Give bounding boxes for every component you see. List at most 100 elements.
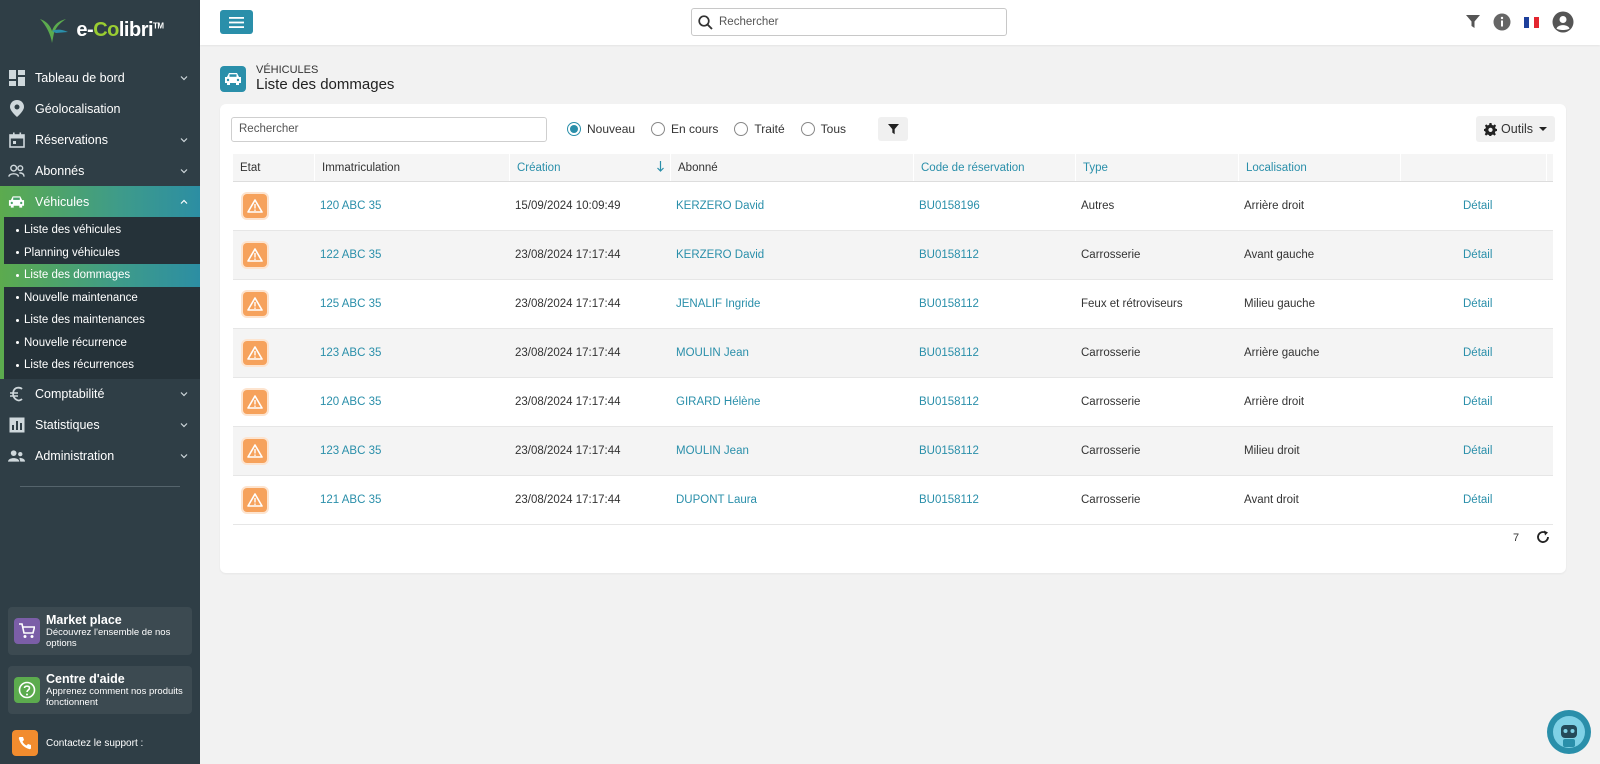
col-plate[interactable]: Immatriculation (315, 154, 510, 181)
page-title: Liste des dommages (256, 76, 395, 93)
help-icon (14, 677, 40, 703)
filter-icon[interactable] (1466, 15, 1480, 29)
refresh-icon[interactable] (1536, 530, 1550, 547)
plate-link[interactable]: 123 ABC 35 (315, 427, 510, 475)
nav-item-reservations[interactable]: Réservations (0, 124, 200, 155)
subnav-vehicle-planning[interactable]: Planning véhicules (4, 242, 200, 265)
subnav-recurrence-list[interactable]: Liste des récurrences (4, 354, 200, 377)
created-cell: 23/08/2024 17:17:44 (515, 298, 621, 310)
table-search-input[interactable] (231, 116, 547, 142)
contact-support[interactable]: Contactez le support : (12, 730, 143, 756)
detail-link[interactable]: Détail (1401, 231, 1547, 279)
detail-link[interactable]: Détail (1401, 476, 1547, 524)
subscriber-link[interactable]: KERZERO David (671, 182, 914, 230)
booking-code-link[interactable]: BU0158112 (914, 329, 1076, 377)
detail-link[interactable]: Détail (1401, 329, 1547, 377)
page-header: VÉHICULES Liste des dommages (220, 64, 394, 94)
market-place-card[interactable]: Market place Découvrez l'ensemble de nos… (8, 607, 192, 655)
nav-item-administration[interactable]: Administration (0, 441, 200, 472)
status-cell (233, 476, 315, 524)
status-cell (233, 378, 315, 426)
plate-link[interactable]: 120 ABC 35 (315, 378, 510, 426)
calendar-icon (8, 131, 25, 148)
plate-link[interactable]: 121 ABC 35 (315, 476, 510, 524)
user-account-icon[interactable] (1552, 11, 1574, 33)
nav-item-vehicles[interactable]: Véhicules (0, 186, 200, 217)
nav-item-dashboard[interactable]: Tableau de bord (0, 62, 200, 93)
subscriber-link[interactable]: JENALIF Ingride (671, 280, 914, 328)
menu-toggle-button[interactable] (220, 10, 253, 34)
subscriber-link[interactable]: MOULIN Jean (671, 427, 914, 475)
detail-link[interactable]: Détail (1401, 182, 1547, 230)
warning-icon (243, 390, 267, 414)
nav-item-statistics[interactable]: Statistiques (0, 410, 200, 441)
plate-link[interactable]: 123 ABC 35 (315, 329, 510, 377)
warning-icon (243, 292, 267, 316)
subnav-damage-list[interactable]: Liste des dommages (0, 264, 200, 287)
booking-code-link[interactable]: BU0158112 (914, 427, 1076, 475)
nav-item-subscribers[interactable]: Abonnés (0, 155, 200, 186)
col-type[interactable]: Type (1076, 154, 1239, 181)
nav-label: Réservations (35, 132, 108, 147)
created-cell: 23/08/2024 17:17:44 (515, 445, 621, 457)
global-search-input[interactable] (719, 16, 999, 28)
french-flag-icon[interactable] (1524, 16, 1539, 28)
col-status[interactable]: Etat (233, 154, 315, 181)
subscriber-link[interactable]: DUPONT Laura (671, 476, 914, 524)
damages-table: Etat Immatriculation Création Abonné Cod… (233, 154, 1553, 525)
admin-users-icon (8, 448, 25, 465)
col-created[interactable]: Création (510, 154, 671, 181)
col-location[interactable]: Localisation (1239, 154, 1401, 181)
radio-in-progress[interactable]: En cours (651, 122, 718, 136)
market-place-subtitle: Découvrez l'ensemble de nos options (46, 627, 171, 649)
booking-code-link[interactable]: BU0158112 (914, 280, 1076, 328)
col-subscriber[interactable]: Abonné (671, 154, 914, 181)
users-icon (8, 162, 25, 179)
hummingbird-logo-icon (40, 19, 69, 43)
booking-code-link[interactable]: BU0158112 (914, 231, 1076, 279)
subnav-new-recurrence[interactable]: Nouvelle récurrence (4, 332, 200, 355)
global-search[interactable] (691, 8, 1007, 36)
subnav-maintenance-list[interactable]: Liste des maintenances (4, 309, 200, 332)
booking-code-link[interactable]: BU0158112 (914, 476, 1076, 524)
logo[interactable]: e-ColibriTM (0, 0, 200, 60)
subscriber-link[interactable]: KERZERO David (671, 231, 914, 279)
col-booking-code[interactable]: Code de réservation (914, 154, 1076, 181)
breadcrumb: VÉHICULES (256, 64, 319, 76)
result-count: 7 (1513, 532, 1520, 544)
warning-icon (243, 488, 267, 512)
radio-all[interactable]: Tous (800, 122, 846, 136)
help-center-card[interactable]: Centre d'aide Apprenez comment nos produ… (8, 666, 192, 714)
detail-link[interactable]: Détail (1401, 280, 1547, 328)
nav-item-geolocation[interactable]: Géolocalisation (0, 93, 200, 124)
chatbot-robot-icon[interactable] (1547, 710, 1591, 754)
tools-dropdown-button[interactable]: Outils (1476, 116, 1555, 142)
subnav-new-maintenance[interactable]: Nouvelle maintenance (4, 287, 200, 310)
radio-new[interactable]: Nouveau (567, 122, 635, 136)
info-icon[interactable] (1493, 13, 1511, 31)
booking-code-link[interactable]: BU0158196 (914, 182, 1076, 230)
plate-link[interactable]: 125 ABC 35 (315, 280, 510, 328)
table-row: 121 ABC 35 23/08/2024 17:17:44 DUPONT Laur… (233, 476, 1553, 525)
created-cell: 23/08/2024 17:17:44 (515, 396, 621, 408)
plate-link[interactable]: 122 ABC 35 (315, 231, 510, 279)
type-cell: Carrosserie (1081, 347, 1141, 359)
subscriber-link[interactable]: GIRARD Hélène (671, 378, 914, 426)
phone-icon (12, 730, 38, 756)
table-row: 120 ABC 35 15/09/2024 10:09:49 KERZERO Dav… (233, 182, 1553, 231)
subnav-vehicle-list[interactable]: Liste des véhicules (4, 219, 200, 242)
booking-code-link[interactable]: BU0158112 (914, 378, 1076, 426)
radio-processed[interactable]: Traité (734, 122, 785, 136)
plate-link[interactable]: 120 ABC 35 (315, 182, 510, 230)
location-cell: Milieu gauche (1244, 298, 1315, 310)
advanced-filter-button[interactable] (878, 117, 908, 141)
subscriber-link[interactable]: MOULIN Jean (671, 329, 914, 377)
warning-icon (243, 341, 267, 365)
status-cell (233, 427, 315, 475)
detail-link[interactable]: Détail (1401, 378, 1547, 426)
menu-icon (229, 16, 244, 28)
detail-link[interactable]: Détail (1401, 427, 1547, 475)
sidebar-divider (20, 486, 180, 487)
nav-item-accounting[interactable]: Comptabilité (0, 379, 200, 410)
type-cell: Carrosserie (1081, 249, 1141, 261)
